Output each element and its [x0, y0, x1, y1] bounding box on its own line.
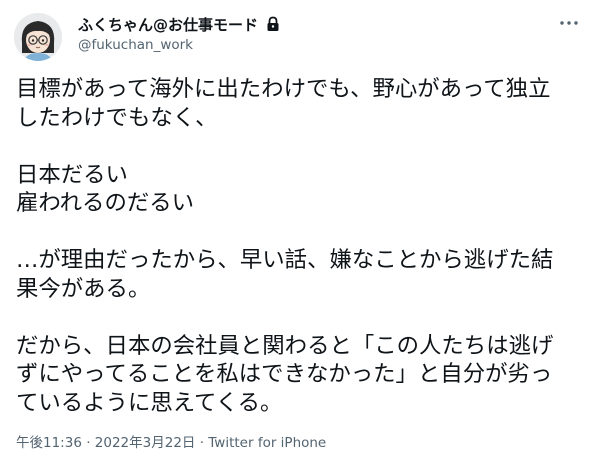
tweet-line: ずにやってることを私はできなかった」と自分が劣っ	[16, 361, 553, 387]
tweet-time[interactable]: 午後11:36	[16, 435, 82, 451]
tweet-line: 目標があって海外に出たわけでも、野心があって独立	[16, 76, 551, 102]
meta-separator: ·	[81, 435, 95, 451]
meta-separator: ·	[195, 435, 209, 451]
more-dots-icon[interactable]	[558, 16, 580, 30]
tweet-line: したわけでもなく、	[16, 104, 218, 131]
tweet-line: ているように思えてくる。	[16, 389, 283, 416]
tweet-metadata: 午後11:36 · 2022年3月22日 · Twitter for iPhon…	[16, 431, 326, 451]
avatar-illustration-icon	[14, 13, 62, 61]
tweet-line: 雇われるのだるい	[16, 190, 195, 216]
tweet-line: 果今がある。	[16, 275, 151, 302]
tweet-line: 日本だるい	[16, 161, 128, 188]
tweet-header: ふくちゃん@お仕事モード @fukuchan_work	[0, 0, 589, 70]
tweet-date[interactable]: 2022年3月22日	[95, 435, 196, 451]
tweet-line: …が理由だったから、早い話、嫌なことから逃げた結	[16, 247, 554, 273]
tweet-line: だから、日本の会社員と関わると「この人たちは逃げ	[16, 332, 554, 359]
avatar[interactable]	[14, 13, 62, 61]
author-display-name[interactable]: ふくちゃん@お仕事モード	[78, 16, 258, 34]
lock-icon	[267, 16, 279, 31]
author-handle[interactable]: @fukuchan_work	[78, 37, 193, 53]
tweet-text: 目標があって海外に出たわけでも、野心があって独立 したわけでもなく、 日本だるい…	[16, 75, 582, 417]
author-name[interactable]: ふくちゃん@お仕事モード	[78, 14, 280, 35]
tweet-client[interactable]: Twitter for iPhone	[208, 435, 326, 451]
